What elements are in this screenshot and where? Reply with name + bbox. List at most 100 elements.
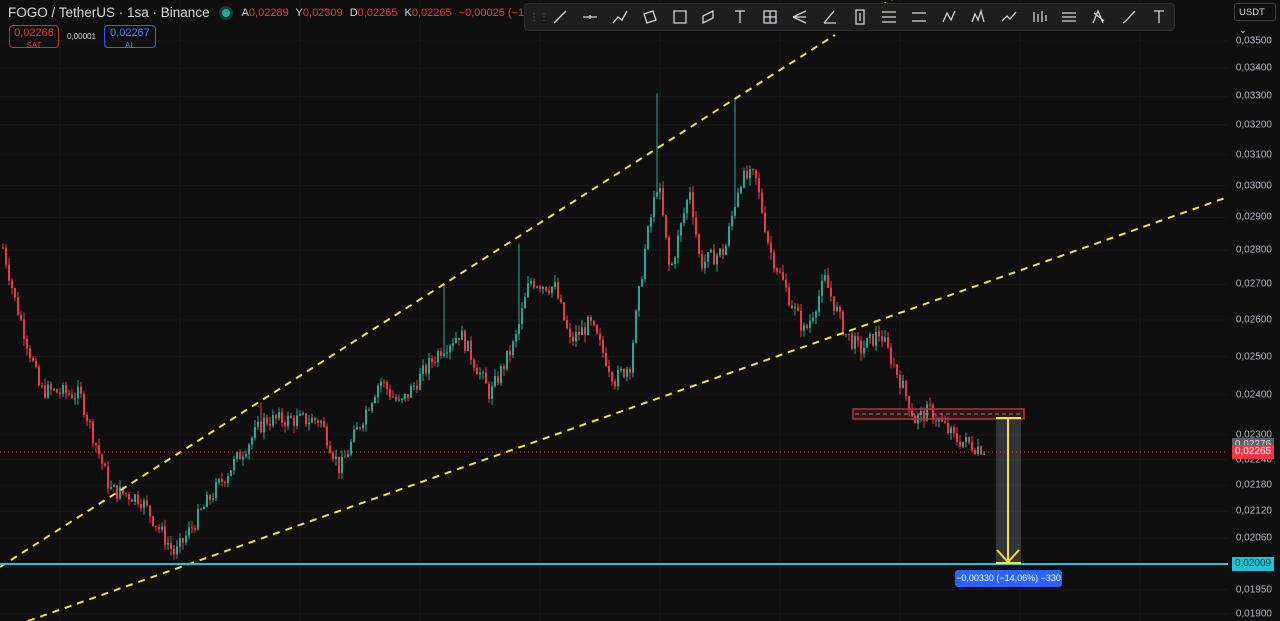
- pitchfork-icon[interactable]: [785, 4, 815, 30]
- price-tick: 0,02060: [1235, 532, 1272, 544]
- candle-body: [563, 302, 565, 321]
- sell-button[interactable]: 0,02266 SAT: [9, 25, 59, 50]
- candle-body: [38, 366, 40, 386]
- candle-body: [770, 242, 772, 253]
- text-tool-icon[interactable]: [1144, 4, 1174, 30]
- parallel-lines-icon[interactable]: [1054, 4, 1084, 30]
- candle-body: [500, 366, 502, 384]
- candle-body: [98, 445, 100, 455]
- info-line-icon[interactable]: [904, 4, 934, 30]
- rectangle-rotated-icon[interactable]: [635, 4, 665, 30]
- text-icon[interactable]: [725, 4, 755, 30]
- drawing-toolbar: ⋮⋮: [524, 3, 1175, 31]
- drag-handle-icon[interactable]: ⋮⋮: [529, 12, 549, 23]
- candle-body: [233, 459, 235, 471]
- candle-body: [191, 527, 193, 529]
- candle-body: [977, 446, 979, 454]
- candle-body: [842, 311, 844, 335]
- fib-angle-icon[interactable]: [815, 4, 845, 30]
- candle-body: [113, 484, 115, 487]
- candle-body: [461, 330, 463, 340]
- buy-button[interactable]: 0,02267 AL: [103, 25, 156, 50]
- candle-body: [704, 261, 706, 269]
- crosshair-frame-icon[interactable]: [755, 4, 785, 30]
- candle-body: [185, 535, 187, 543]
- abcd-pattern-icon[interactable]: [1084, 4, 1114, 30]
- candle-body: [599, 333, 601, 340]
- candle-body: [962, 441, 964, 447]
- candle-body: [827, 275, 829, 288]
- candle-body: [224, 481, 226, 484]
- candle-body: [806, 325, 808, 329]
- candle-body: [482, 372, 484, 374]
- candle-body: [902, 380, 904, 389]
- candle-body: [533, 281, 535, 288]
- price-chart[interactable]: [0, 0, 1280, 621]
- candle-body: [329, 445, 331, 453]
- price-tick: 0,02180: [1235, 479, 1272, 491]
- brush-icon[interactable]: [1114, 4, 1144, 30]
- candle-body: [152, 516, 154, 526]
- price-tick: 0,03400: [1235, 62, 1272, 74]
- candle-body: [215, 482, 217, 499]
- close-label: K: [404, 6, 412, 19]
- candle-body: [377, 385, 379, 398]
- candle-body: [632, 342, 634, 373]
- price-tick: 0,02500: [1235, 351, 1272, 363]
- candle-body: [440, 351, 442, 356]
- candle-body: [731, 215, 733, 227]
- buy-price: 0,02267: [110, 27, 150, 39]
- price-tick: 0,02900: [1235, 211, 1272, 223]
- candle-body: [692, 192, 694, 218]
- candle-body: [50, 384, 52, 390]
- candle-body: [680, 222, 682, 236]
- candle-body: [464, 330, 466, 352]
- candle-body: [863, 347, 865, 354]
- candle-body: [665, 215, 667, 238]
- candle-body: [689, 192, 691, 200]
- candle-body: [614, 381, 616, 387]
- volume-bars-icon[interactable]: [1024, 4, 1054, 30]
- candle-body: [707, 252, 709, 262]
- candle-body: [86, 415, 88, 421]
- candle-body: [860, 340, 862, 354]
- low-label: D: [349, 6, 358, 19]
- trend-line-icon[interactable]: [545, 4, 575, 30]
- symbol-header: FOGO / TetherUS · 1sa · Binance A0,02289…: [8, 5, 553, 20]
- pattern-icon[interactable]: [964, 4, 994, 30]
- currency-select[interactable]: USDT ⌄: [1234, 3, 1276, 36]
- candle-body: [359, 427, 361, 429]
- parallel-channel-icon[interactable]: [695, 4, 725, 30]
- candle-body: [896, 364, 898, 375]
- candle-body: [536, 286, 538, 288]
- horizontal-ray-icon[interactable]: [575, 4, 605, 30]
- candle-body: [8, 264, 10, 281]
- candle-body: [20, 314, 22, 320]
- open-value: 0,02289: [248, 6, 289, 19]
- fib-retracement-icon[interactable]: [874, 4, 904, 30]
- candle-body: [812, 317, 814, 321]
- candle-body: [635, 310, 637, 343]
- close-value: 0,02265: [411, 6, 452, 19]
- candle-body: [749, 169, 751, 179]
- path-icon[interactable]: [934, 4, 964, 30]
- candle-body: [554, 282, 556, 287]
- candle-body: [347, 454, 349, 457]
- candle-body: [791, 305, 793, 309]
- price-label-icon[interactable]: [845, 4, 875, 30]
- candle-body: [722, 248, 724, 255]
- polyline-icon[interactable]: [605, 4, 635, 30]
- candle-body: [5, 247, 7, 265]
- candle-body: [773, 252, 775, 269]
- candle-body: [641, 279, 643, 287]
- candle-body: [434, 362, 436, 364]
- rectangle-icon[interactable]: [665, 4, 695, 30]
- candle-body: [815, 311, 817, 318]
- price-tick: 0,03500: [1235, 35, 1272, 47]
- candle-body: [416, 385, 418, 390]
- candle-body: [296, 415, 298, 426]
- symbol-title[interactable]: FOGO / TetherUS · 1sa · Binance: [8, 5, 210, 20]
- candle-body: [314, 417, 316, 421]
- forecast-icon[interactable]: [994, 4, 1024, 30]
- candle-body: [587, 317, 589, 335]
